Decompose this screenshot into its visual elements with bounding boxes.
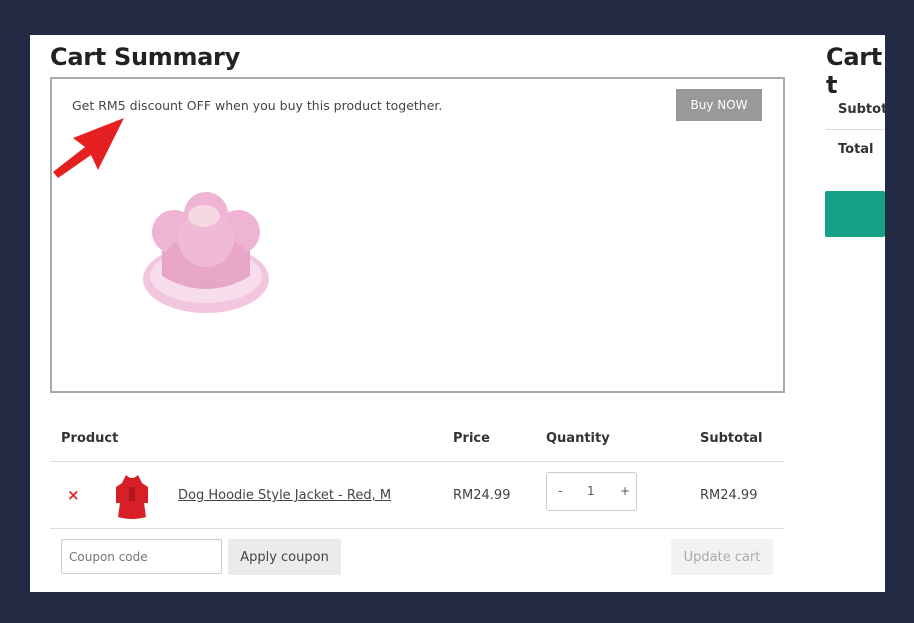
th-quantity: Quantity [546,431,610,446]
item-price: RM24.99 [453,488,511,503]
th-subtotal: Subtotal [700,431,763,446]
update-cart-button[interactable]: Update cart [671,539,773,575]
quantity-stepper: - 1 + [546,472,637,511]
red-arrow-icon [53,118,124,178]
promo-box: Get RM5 discount OFF when you buy this p… [50,77,785,393]
window-frame: Cart Summary Get RM5 discount OFF when y… [0,0,914,623]
remove-item-button[interactable]: × [67,486,80,504]
totals-subtotal-label: Subtota [838,102,885,117]
quantity-minus-button[interactable]: - [558,484,562,498]
product-image[interactable] [134,184,274,319]
product-name-link[interactable]: Dog Hoodie Style Jacket - Red, M [178,488,391,503]
quantity-plus-button[interactable]: + [620,484,630,498]
th-product: Product [61,431,119,446]
promo-text: Get RM5 discount OFF when you buy this p… [72,98,443,113]
quantity-value[interactable]: 1 [587,484,595,498]
page-title: Cart Summary [50,43,240,71]
totals-total-label: Total [838,142,874,157]
item-subtotal: RM24.99 [700,488,758,503]
buy-now-button[interactable]: Buy NOW [676,89,762,121]
cart-page: Cart Summary Get RM5 discount OFF when y… [30,35,885,592]
th-price: Price [453,431,490,446]
checkout-button[interactable] [825,191,885,237]
apply-coupon-button[interactable]: Apply coupon [228,539,341,575]
row-divider [50,528,784,529]
header-divider [50,461,784,462]
coupon-input[interactable] [61,539,222,574]
cart-totals-title: Cart t [826,43,882,99]
totals-divider [826,129,885,130]
product-thumbnail[interactable] [112,473,152,521]
